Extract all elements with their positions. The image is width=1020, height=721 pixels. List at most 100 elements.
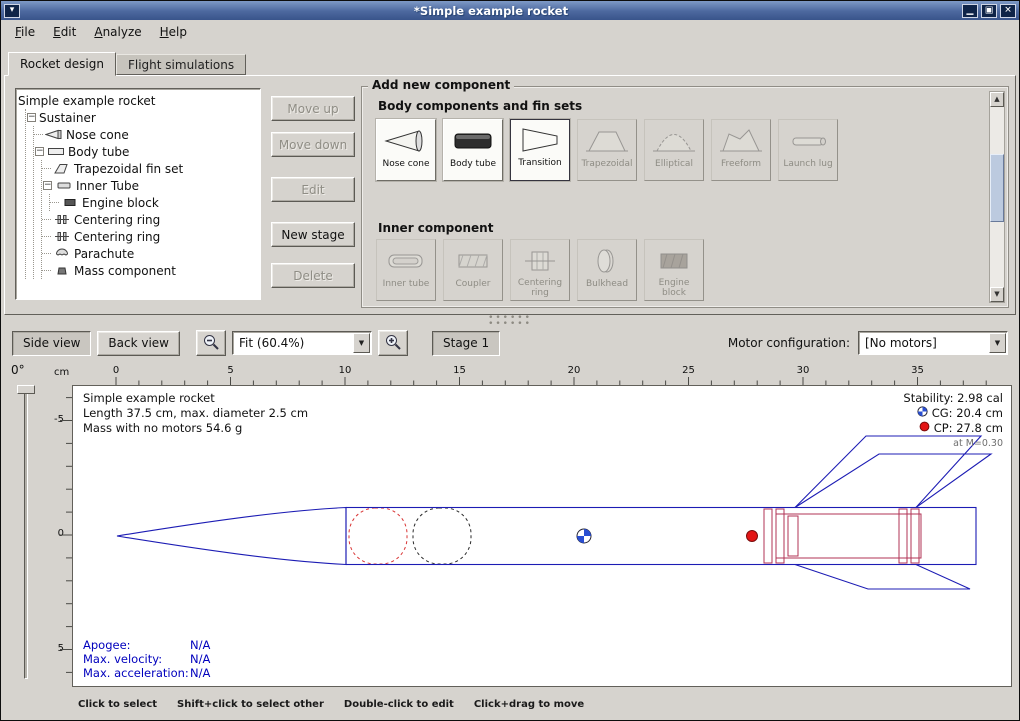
- rotation-value: 0°: [11, 363, 25, 377]
- stage-1-toggle[interactable]: Stage 1: [432, 331, 500, 356]
- centering-ring-icon: [517, 243, 563, 278]
- parachute-outline: [349, 508, 407, 564]
- move-up-button: Move up: [271, 96, 355, 121]
- menu-analyze[interactable]: Analyze: [85, 23, 150, 41]
- add-inner-tube-button: Inner tube: [376, 239, 436, 301]
- coupler-icon: [450, 243, 496, 279]
- horizontal-ruler: 0 5 10 15 20 25 30 35: [72, 365, 1012, 385]
- tree-item-fin-set[interactable]: Trapezoidal fin set: [42, 160, 258, 177]
- add-component-title: Add new component: [368, 78, 514, 92]
- add-bulkhead-button: Bulkhead: [577, 239, 637, 301]
- component-scrollbar[interactable]: ▲ ▼: [989, 91, 1005, 303]
- cg-icon: [917, 406, 928, 421]
- inner-tube-icon: [55, 180, 73, 191]
- move-down-button: Move down: [271, 132, 355, 157]
- chevron-down-icon[interactable]: ▼: [353, 333, 370, 353]
- new-stage-button[interactable]: New stage: [271, 222, 355, 247]
- add-launch-lug-button: Launch lug: [778, 119, 838, 181]
- minimize-button[interactable]: ▁: [962, 4, 978, 18]
- zoom-in-button[interactable]: [378, 330, 408, 356]
- side-view-button[interactable]: Side view: [12, 331, 91, 356]
- add-freeform-fin-button: Freeform: [711, 119, 771, 181]
- body-components-label: Body components and fin sets: [378, 99, 582, 113]
- add-body-tube-button[interactable]: Body tube: [443, 119, 503, 181]
- cp-value: CP: 27.8 cm: [934, 421, 1003, 436]
- tree-item-inner-tube[interactable]: Inner Tube: [42, 177, 258, 194]
- add-nose-cone-button[interactable]: Nose cone: [376, 119, 436, 181]
- window-menu-icon[interactable]: ▾: [4, 4, 20, 18]
- edit-button: Edit: [271, 177, 355, 202]
- scrollbar-down-icon[interactable]: ▼: [990, 287, 1004, 302]
- add-engine-block-button: Engine block: [644, 239, 704, 301]
- scrollbar-thumb[interactable]: [990, 154, 1004, 222]
- maximize-button[interactable]: ▣: [981, 4, 997, 18]
- tab-rocket-design[interactable]: Rocket design: [8, 52, 116, 76]
- nose-cone-icon: [383, 123, 429, 159]
- add-transition-button[interactable]: Transition: [510, 119, 570, 181]
- vertical-ruler: -5 0 5: [50, 385, 72, 687]
- nose-cone-icon: [45, 129, 63, 140]
- menu-edit[interactable]: Edit: [44, 23, 85, 41]
- close-button[interactable]: ✕: [1000, 4, 1016, 18]
- window-title: *Simple example rocket: [23, 4, 959, 18]
- tree-item-nose-cone[interactable]: Nose cone: [34, 126, 258, 143]
- splitter-grip-icon[interactable]: ••••••••••••: [488, 315, 532, 327]
- zoom-select[interactable]: Fit (60.4%) ▼: [232, 331, 372, 355]
- elliptical-fin-icon: [651, 123, 697, 159]
- cp-icon: [919, 421, 930, 436]
- component-tree[interactable]: Simple example rocket Sustainer Nos: [15, 88, 261, 300]
- cg-marker: [577, 529, 591, 543]
- mass-component-icon: [53, 265, 71, 276]
- engine-block-icon: [61, 197, 79, 208]
- inner-components: [764, 509, 921, 563]
- collapse-icon[interactable]: [35, 147, 44, 156]
- tab-flight-simulations[interactable]: Flight simulations: [116, 54, 246, 75]
- tree-item-rocket[interactable]: Simple example rocket: [18, 92, 258, 109]
- mach-condition: at M=0.30: [903, 436, 1003, 451]
- split-divider[interactable]: ••••••••••••: [4, 315, 1016, 327]
- main-tabs: Rocket design Flight simulations: [4, 43, 1016, 75]
- hint-double-click: Double-click to edit: [344, 699, 454, 710]
- tree-item-sustainer[interactable]: Sustainer: [26, 109, 258, 126]
- tree-item-centering-ring-1[interactable]: Centering ring: [42, 211, 258, 228]
- rocket-dimensions: Length 37.5 cm, max. diameter 2.5 cm: [83, 406, 308, 421]
- hint-shift-click: Shift+click to select other: [177, 699, 324, 710]
- tree-item-parachute[interactable]: Parachute: [42, 245, 258, 262]
- tree-item-mass-component[interactable]: Mass component: [42, 262, 258, 279]
- zoom-out-button[interactable]: [196, 330, 226, 356]
- rocket-outline: [117, 436, 991, 589]
- acceleration-value: N/A: [190, 666, 210, 680]
- rotation-slider-knob[interactable]: [17, 385, 35, 394]
- freeform-fin-icon: [718, 123, 764, 159]
- delete-button: Delete: [271, 263, 355, 288]
- motor-configuration-select[interactable]: [No motors] ▼: [858, 331, 1008, 355]
- back-view-button[interactable]: Back view: [97, 331, 180, 356]
- centering-ring-icon: [53, 231, 71, 242]
- app-window: ▾ *Simple example rocket ▁ ▣ ✕ File Edit…: [0, 0, 1020, 721]
- transition-icon: [517, 122, 563, 158]
- add-coupler-button: Coupler: [443, 239, 503, 301]
- flight-data: Apogee:N/A Max. velocity:N/A Max. accele…: [83, 638, 210, 680]
- titlebar[interactable]: ▾ *Simple example rocket ▁ ▣ ✕: [1, 1, 1019, 20]
- collapse-icon[interactable]: [27, 113, 36, 122]
- rotation-slider[interactable]: [24, 391, 28, 679]
- add-component-group: Add new component Body components and fi…: [361, 86, 1009, 308]
- scrollbar-up-icon[interactable]: ▲: [990, 92, 1004, 107]
- rocket-canvas[interactable]: Simple example rocket Length 37.5 cm, ma…: [72, 385, 1012, 687]
- parachute-icon: [53, 248, 71, 259]
- menu-help[interactable]: Help: [151, 23, 196, 41]
- trapezoidal-fin-icon: [53, 163, 71, 174]
- tree-item-engine-block[interactable]: Engine block: [50, 194, 258, 211]
- chevron-down-icon[interactable]: ▼: [989, 333, 1006, 353]
- body-tube-icon: [47, 146, 65, 157]
- add-elliptical-fin-button: Elliptical: [644, 119, 704, 181]
- rocket-mass: Mass with no motors 54.6 g: [83, 421, 308, 436]
- menu-file[interactable]: File: [6, 23, 44, 41]
- tree-item-centering-ring-2[interactable]: Centering ring: [42, 228, 258, 245]
- view-toolbar: Side view Back view Fit (60.4%) ▼ Stage …: [4, 327, 1016, 359]
- add-centering-ring-button: Centering ring: [510, 239, 570, 301]
- velocity-value: N/A: [190, 652, 210, 666]
- zoom-in-icon: [384, 333, 402, 354]
- collapse-icon[interactable]: [43, 181, 52, 190]
- tree-item-body-tube[interactable]: Body tube: [34, 143, 258, 160]
